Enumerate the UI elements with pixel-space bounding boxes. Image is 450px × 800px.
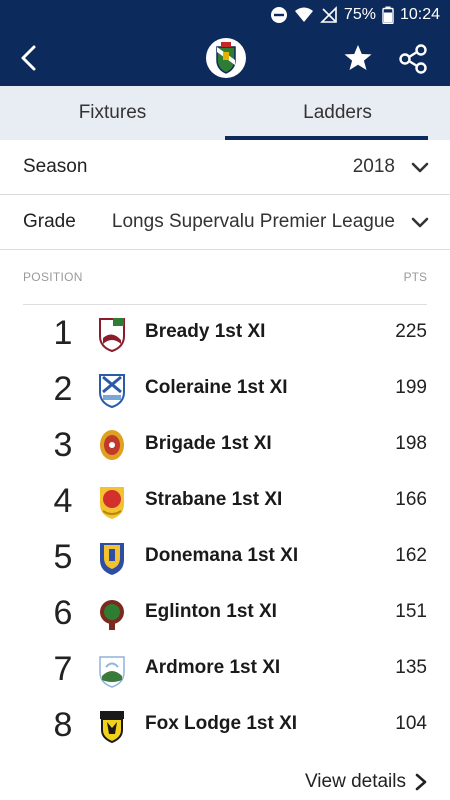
position-number: 1 <box>53 314 73 352</box>
status-icons: 75% 10:24 <box>270 5 440 25</box>
bready-crest-icon <box>99 318 125 352</box>
position-number: 8 <box>53 706 73 744</box>
mobile-signal-icon <box>319 6 337 23</box>
team-name: Brigade 1st XI <box>145 433 272 454</box>
chevron-right-icon <box>415 773 427 791</box>
clock: 10:24 <box>399 6 440 23</box>
position-number: 2 <box>53 370 73 408</box>
ladder-table: 1 Bready 1st XI 225 2 Coleraine 1st XI 1… <box>0 306 450 754</box>
ladder-row[interactable]: 3 Brigade 1st XI 198 <box>0 418 450 474</box>
coleraine-crest-icon <box>99 374 125 408</box>
ladder-row[interactable]: 7 Ardmore 1st XI 135 <box>0 642 450 698</box>
season-value: 2018 <box>352 156 395 177</box>
team-points: 198 <box>395 433 427 454</box>
donemana-crest-icon <box>100 543 124 575</box>
tab-ladders[interactable]: Ladders <box>225 86 450 140</box>
back-arrow-icon[interactable] <box>14 42 46 74</box>
team-points: 135 <box>395 657 427 678</box>
position-number: 6 <box>53 594 73 632</box>
tab-bar: Fixtures Ladders <box>0 86 450 140</box>
ladder-row[interactable]: 8 Fox Lodge 1st XI 104 <box>0 698 450 754</box>
club-crest-logo <box>206 38 246 78</box>
chevron-down-icon <box>411 162 429 173</box>
team-points: 225 <box>395 321 427 342</box>
position-number: 3 <box>53 426 73 464</box>
header-divider <box>23 304 427 305</box>
status-bar: 75% 10:24 <box>0 0 450 30</box>
team-points: 166 <box>395 489 427 510</box>
app-bar <box>0 30 450 86</box>
team-points: 151 <box>395 601 427 622</box>
grade-value: Longs Supervalu Premier League <box>111 211 395 232</box>
team-name: Fox Lodge 1st XI <box>145 713 298 734</box>
team-name: Coleraine 1st XI <box>145 377 288 398</box>
grade-label: Grade <box>23 211 76 232</box>
points-column-header: PTS <box>403 270 427 284</box>
ladder-row[interactable]: 6 Eglinton 1st XI 151 <box>0 586 450 642</box>
ardmore-crest-icon <box>99 656 125 688</box>
wifi-icon <box>294 7 313 22</box>
battery-icon <box>382 6 394 24</box>
team-name: Donemana 1st XI <box>145 545 299 566</box>
team-points: 104 <box>395 713 427 734</box>
team-points: 199 <box>395 377 427 398</box>
position-number: 7 <box>53 650 73 688</box>
ladder-row[interactable]: 4 Strabane 1st XI 166 <box>0 474 450 530</box>
team-name: Ardmore 1st XI <box>145 657 281 678</box>
grade-selector[interactable]: Grade Longs Supervalu Premier League <box>0 195 450 250</box>
fox-lodge-crest-icon <box>100 711 124 744</box>
position-number: 4 <box>53 482 73 520</box>
position-column-header: POSITION <box>23 270 83 284</box>
tab-fixtures[interactable]: Fixtures <box>0 86 225 140</box>
team-name: Eglinton 1st XI <box>145 601 277 622</box>
chevron-down-icon <box>411 217 429 228</box>
share-icon[interactable] <box>396 42 430 76</box>
ladder-row[interactable]: 1 Bready 1st XI 225 <box>0 306 450 362</box>
strabane-crest-icon <box>100 487 124 519</box>
team-points: 162 <box>395 545 427 566</box>
ladder-row[interactable]: 2 Coleraine 1st XI 199 <box>0 362 450 418</box>
ladder-row[interactable]: 5 Donemana 1st XI 162 <box>0 530 450 586</box>
view-details-link[interactable]: View details <box>305 771 428 793</box>
season-label: Season <box>23 156 88 177</box>
team-name: Strabane 1st XI <box>145 489 283 510</box>
star-icon[interactable] <box>342 42 374 74</box>
eglinton-crest-icon <box>100 600 124 630</box>
team-name: Bready 1st XI <box>145 321 266 342</box>
do-not-disturb-icon <box>270 7 287 23</box>
brigade-crest-icon <box>100 430 124 460</box>
position-number: 5 <box>53 538 73 576</box>
battery-percent: 75% <box>343 6 376 23</box>
season-selector[interactable]: Season 2018 <box>0 140 450 195</box>
view-details-label: View details <box>304 771 406 792</box>
